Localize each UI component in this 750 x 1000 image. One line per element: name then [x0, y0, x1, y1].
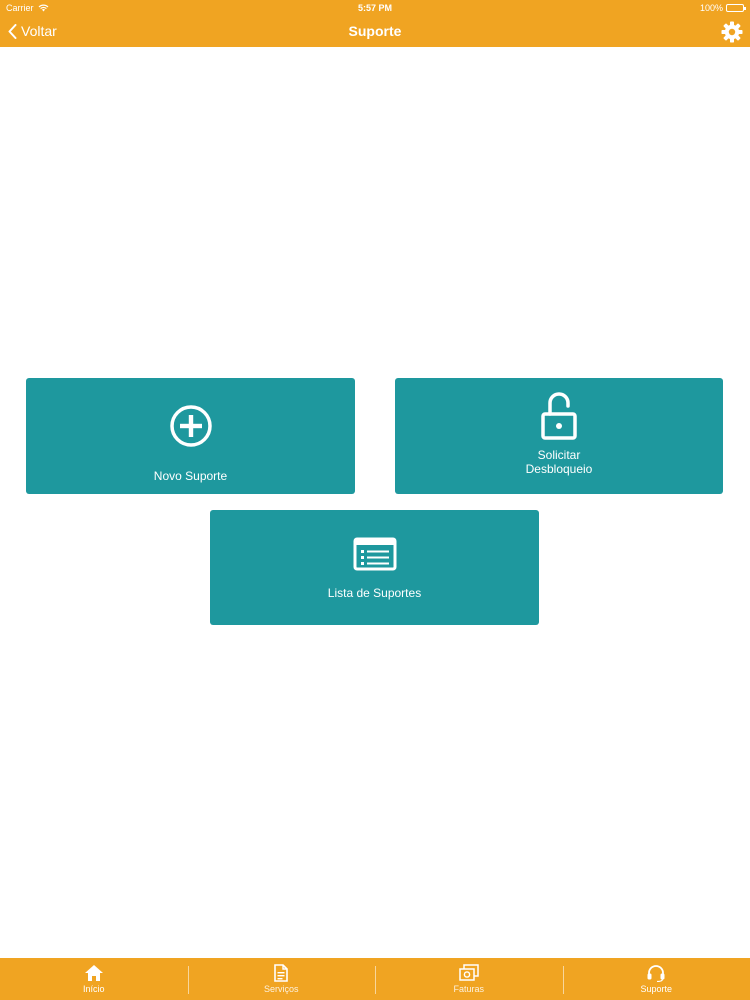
- unlock-icon: [541, 392, 577, 440]
- list-icon: [353, 537, 396, 571]
- status-battery: 100%: [699, 3, 746, 13]
- status-time: 5:57 PM: [357, 3, 392, 13]
- request-unlock-line2: Desbloqueio: [525, 462, 593, 476]
- tab-bar: Início Serviços Faturas Suporte: [0, 958, 750, 1000]
- new-support-label: Novo Suporte: [153, 469, 228, 483]
- tab-inicio[interactable]: Início: [0, 958, 188, 1000]
- headset-icon: [647, 965, 665, 982]
- document-icon: [274, 964, 289, 982]
- battery-icon: [726, 4, 746, 12]
- support-list-button[interactable]: Lista de Suportes: [210, 510, 539, 625]
- support-list-label: Lista de Suportes: [327, 586, 422, 600]
- home-icon: [84, 965, 103, 981]
- plus-circle-icon: [169, 405, 212, 447]
- tab-faturas[interactable]: Faturas: [375, 958, 563, 1000]
- tab-servicos-label: Serviços: [263, 984, 299, 994]
- request-unlock-button[interactable]: Solicitar Desbloqueio: [395, 378, 723, 494]
- tab-servicos[interactable]: Serviços: [187, 958, 376, 1000]
- battery-percent: 100%: [699, 3, 723, 13]
- request-unlock-line1: Solicitar: [537, 448, 581, 462]
- invoice-icon: [459, 964, 479, 981]
- new-support-button[interactable]: Novo Suporte: [26, 378, 355, 494]
- tab-faturas-label: Faturas: [453, 984, 484, 994]
- tab-inicio-label: Início: [82, 984, 105, 994]
- tab-suporte[interactable]: Suporte: [562, 958, 750, 1000]
- gear-icon[interactable]: [720, 20, 744, 44]
- page-title: Suporte: [348, 23, 402, 39]
- top-bar: Carrier 5:57 PM 100% Voltar Suporte: [0, 0, 750, 47]
- tab-suporte-label: Suporte: [640, 984, 673, 994]
- request-unlock-label: Solicitar Desbloqueio: [526, 448, 593, 476]
